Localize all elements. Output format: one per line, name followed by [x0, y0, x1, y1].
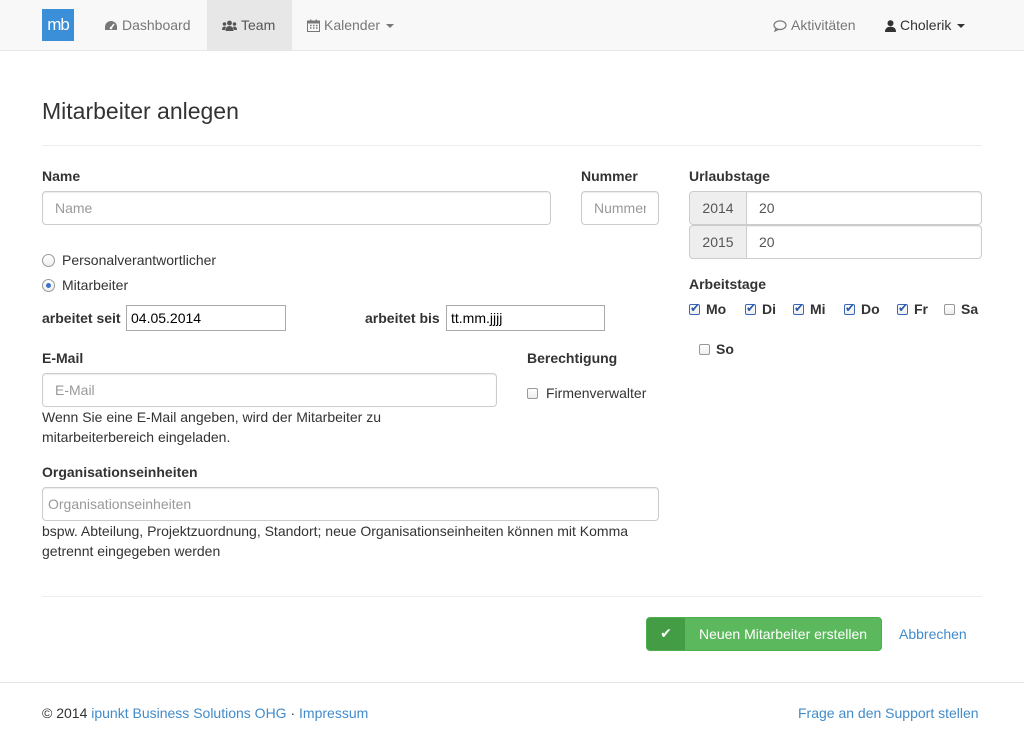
nav-calendar[interactable]: Kalender — [307, 0, 395, 50]
workday-label: Do — [861, 301, 880, 317]
workday-label: Fr — [914, 301, 928, 317]
email-label: E-Mail — [42, 350, 84, 366]
divider — [42, 145, 982, 146]
workday-label: Sa — [961, 301, 979, 317]
page-title: Mitarbeiter anlegen — [42, 98, 239, 124]
works-until-label: arbeitet bis — [365, 310, 440, 326]
name-label: Name — [42, 168, 81, 184]
nav-user-label: Cholerik — [900, 17, 952, 33]
nav-dashboard[interactable]: Dashboard — [92, 0, 203, 50]
brand-logo[interactable]: mb — [42, 9, 74, 41]
company-admin-option[interactable]: Firmenverwalter — [527, 385, 646, 401]
create-employee-button[interactable]: ✔ Neuen Mitarbeiter erstellen — [646, 617, 882, 651]
workday-label: Mi — [810, 301, 826, 317]
company-admin-checkbox[interactable] — [527, 388, 538, 399]
workday-checkbox[interactable] — [745, 301, 756, 315]
workday-label: Di — [762, 301, 776, 317]
nav-user-menu[interactable]: Cholerik — [885, 0, 966, 50]
footer-separator: · — [290, 705, 296, 721]
workday-mo[interactable]: Mo — [689, 301, 726, 317]
workday-di[interactable]: Di — [745, 301, 776, 317]
footer: © 2014 ipunkt Business Solutions OHG · I… — [0, 682, 1024, 732]
workday-checkbox[interactable] — [897, 301, 908, 315]
support-link[interactable]: Frage an den Support stellen — [798, 705, 979, 721]
vacation-year-addon: 2015 — [689, 225, 747, 259]
vacation-year-addon: 2014 — [689, 191, 747, 225]
vacation-days-input[interactable] — [746, 225, 982, 259]
role-manager-radio[interactable] — [42, 254, 55, 267]
role-employee-option[interactable]: Mitarbeiter — [42, 277, 128, 293]
divider — [42, 596, 982, 597]
workdays-label: Arbeitstage — [689, 276, 767, 292]
create-employee-label: Neuen Mitarbeiter erstellen — [698, 626, 868, 642]
role-employee-radio[interactable] — [42, 279, 55, 292]
chevron-down-icon — [957, 24, 966, 29]
workday-label: Mo — [706, 301, 727, 317]
chevron-down-icon — [386, 24, 395, 29]
org-units-help-text: bspw. Abteilung, Projektzuordnung, Stand… — [42, 523, 629, 559]
dashboard-icon — [105, 21, 117, 30]
name-input[interactable] — [42, 191, 551, 225]
workday-checkbox[interactable] — [689, 301, 700, 315]
workday-checkbox[interactable] — [944, 304, 955, 315]
check-icon: ✔ — [647, 618, 685, 650]
workday-fr[interactable]: Fr — [897, 301, 928, 317]
role-manager-option[interactable]: Personalverantwortlicher — [42, 252, 216, 268]
role-employee-label: Mitarbeiter — [62, 277, 129, 293]
works-since-label: arbeitet seit — [42, 310, 121, 326]
calendar-icon — [307, 19, 320, 32]
works-since-input[interactable] — [126, 305, 286, 331]
works-until-input[interactable] — [446, 305, 605, 331]
nav-dashboard-label: Dashboard — [122, 17, 191, 33]
vacation-days-label: Urlaubstage — [689, 168, 770, 184]
workday-checkbox[interactable] — [793, 301, 804, 315]
vacation-row-2014: 2014 — [689, 191, 982, 225]
nav-team-label: Team — [241, 17, 276, 33]
users-icon — [222, 20, 237, 31]
role-manager-label: Personalverantwortlicher — [62, 252, 217, 268]
number-input[interactable] — [581, 191, 659, 225]
workday-do[interactable]: Do — [844, 301, 880, 317]
org-units-input[interactable] — [42, 487, 659, 521]
imprint-link[interactable]: Impressum — [299, 705, 368, 721]
workday-checkbox[interactable] — [844, 301, 855, 315]
number-label: Nummer — [581, 168, 638, 184]
email-input[interactable] — [42, 373, 497, 407]
workday-so[interactable]: So — [699, 341, 734, 357]
copyright-text: © 2014 — [42, 705, 88, 721]
cancel-link[interactable]: Abbrechen — [899, 626, 967, 642]
permission-label: Berechtigung — [527, 350, 618, 366]
comment-icon — [773, 20, 787, 33]
vacation-row-2015: 2015 — [689, 225, 982, 259]
workday-checkbox[interactable] — [699, 344, 710, 355]
workday-mi[interactable]: Mi — [793, 301, 826, 317]
nav-activities[interactable]: Aktivitäten — [773, 0, 856, 50]
nav-calendar-label: Kalender — [324, 17, 381, 33]
user-icon — [885, 20, 896, 32]
company-link[interactable]: ipunkt Business Solutions OHG — [91, 705, 286, 721]
nav-team[interactable]: Team — [207, 0, 292, 50]
org-units-label: Organisationseinheiten — [42, 464, 198, 480]
email-help-text: Wenn Sie eine E-Mail angeben, wird der M… — [42, 409, 382, 445]
workday-sa[interactable]: Sa — [944, 301, 978, 317]
workday-label: So — [716, 341, 734, 357]
navbar: mb Dashboard Team Kalender Aktivitäten C… — [0, 0, 1024, 51]
footer-left: © 2014 ipunkt Business Solutions OHG · I… — [42, 705, 368, 721]
nav-activities-label: Aktivitäten — [791, 17, 856, 33]
vacation-days-input[interactable] — [746, 191, 982, 225]
company-admin-label: Firmenverwalter — [546, 385, 647, 401]
